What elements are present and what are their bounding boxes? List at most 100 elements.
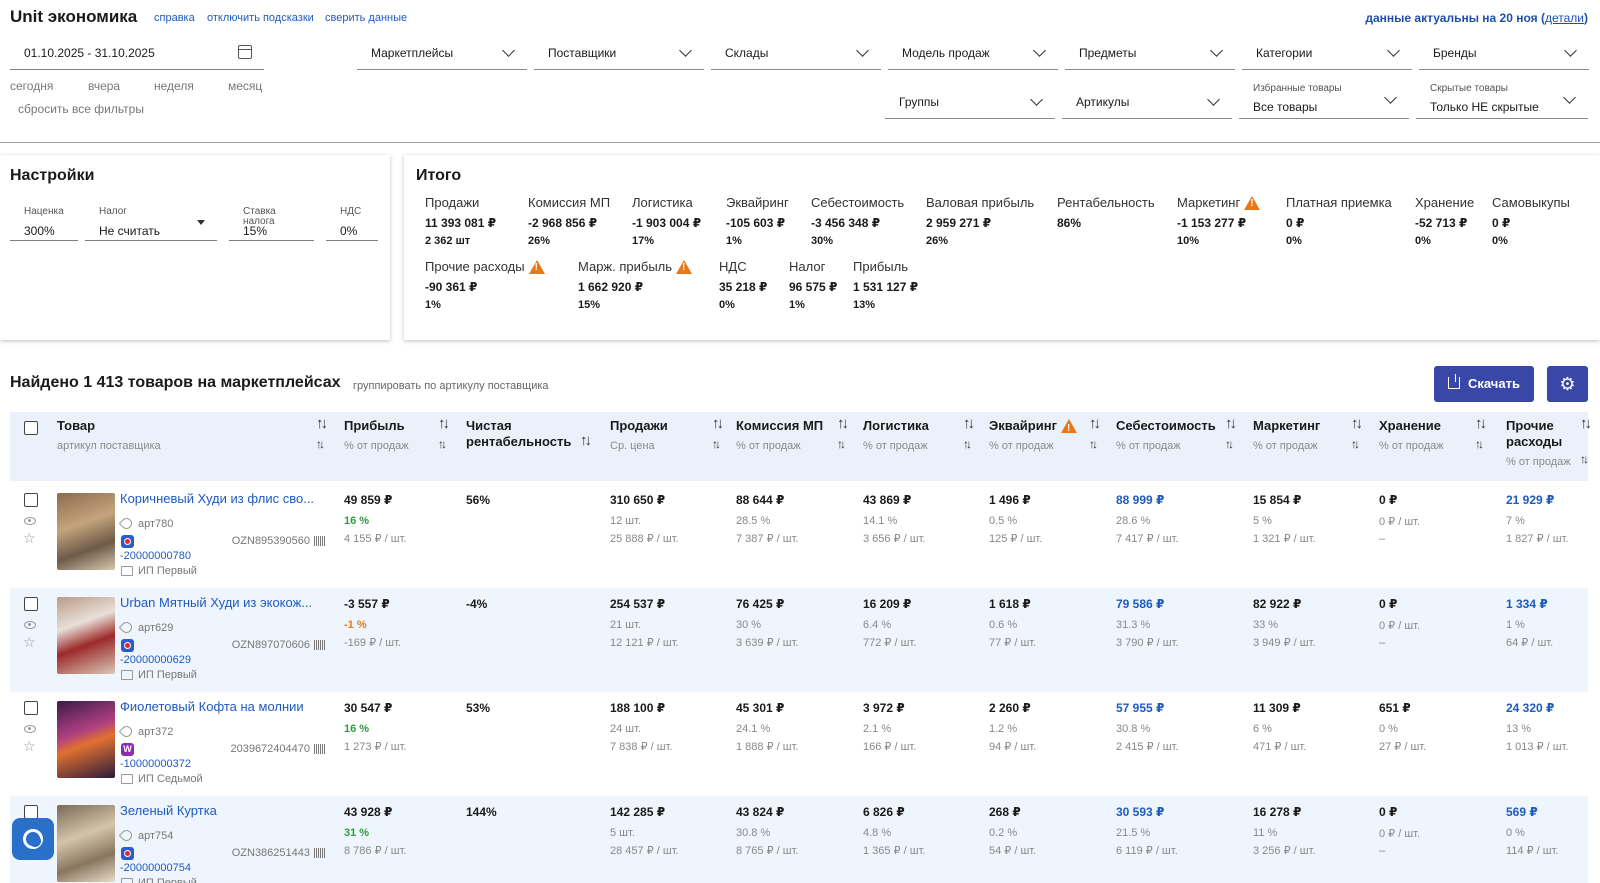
help-link[interactable]: справка (154, 12, 195, 24)
sku-link[interactable]: -20000000754 (120, 862, 191, 874)
warning-icon[interactable] (528, 259, 545, 274)
sort-secondary-icon[interactable]: ↑↓ (963, 437, 972, 451)
details-link[interactable]: детали (1545, 11, 1584, 25)
filter-hidden[interactable]: Скрытые товары Только НЕ скрытые (1416, 80, 1588, 119)
cell-value[interactable]: 88 999 ₽ (1116, 493, 1178, 507)
warning-icon[interactable] (1061, 419, 1077, 437)
product-thumbnail[interactable] (57, 701, 115, 778)
support-button[interactable] (12, 818, 54, 860)
quick-range-today[interactable]: сегодня (10, 79, 53, 93)
product-thumbnail[interactable] (57, 597, 115, 674)
filter-brands[interactable]: Бренды (1419, 36, 1589, 70)
column-header[interactable]: Маркетинг % от продаж (1253, 412, 1320, 452)
row-checkbox[interactable] (24, 597, 38, 611)
product-name-link[interactable]: Зеленый Куртка (120, 803, 325, 818)
sort-secondary-icon[interactable]: ↑↓ (712, 437, 721, 451)
sort-secondary-icon[interactable]: ↑↓ (1225, 437, 1234, 451)
table-settings-button[interactable]: ⚙ (1547, 366, 1588, 402)
sort-icon[interactable]: ↑↓ (1225, 415, 1237, 432)
filter-subjects[interactable]: Предметы (1065, 36, 1235, 70)
product-name-link[interactable]: Urban Мятный Худи из экокож... (120, 595, 325, 610)
product-thumbnail[interactable] (57, 805, 115, 882)
sku-link[interactable]: -10000000372 (120, 758, 191, 770)
download-button[interactable]: Скачать (1434, 366, 1534, 402)
other-cell[interactable]: 21 929 ₽ 7 % 1 827 ₽ / шт. (1506, 493, 1568, 545)
sort-icon[interactable]: ↑↓ (837, 415, 849, 432)
sort-secondary-icon[interactable]: ↑↓ (1580, 452, 1589, 466)
cost-cell[interactable]: 79 586 ₽ 31.3 % 3 790 ₽ / шт. (1116, 597, 1178, 649)
reset-filters-link[interactable]: сбросить все фильтры (18, 102, 144, 116)
cell-value[interactable]: 569 ₽ (1506, 805, 1558, 819)
cell-value[interactable]: 57 955 ₽ (1116, 701, 1178, 715)
sort-icon[interactable]: ↑↓ (1089, 415, 1101, 432)
sort-secondary-icon[interactable]: ↑↓ (1475, 437, 1484, 451)
filter-marketplaces[interactable]: Маркетплейсы (357, 36, 527, 70)
sort-icon[interactable]: ↑↓ (712, 415, 724, 432)
date-range-field[interactable]: 01.10.2025 - 31.10.2025 (10, 38, 264, 70)
cell-value[interactable]: 21 929 ₽ (1506, 493, 1568, 507)
quick-range-yesterday[interactable]: вчера (88, 79, 120, 93)
table-row[interactable]: ☆ Urban Мятный Худи из экокож... арт629 -20… (10, 588, 1588, 692)
sort-icon[interactable]: ↑↓ (1580, 415, 1592, 432)
row-checkbox[interactable] (24, 805, 38, 819)
column-header[interactable]: Себестоимость % от продаж (1116, 412, 1216, 452)
filter-warehouses[interactable]: Склады (711, 36, 881, 70)
sort-icon[interactable]: ↑↓ (580, 432, 592, 449)
column-header[interactable]: Продажи Ср. цена (610, 412, 668, 452)
markup-field[interactable]: Наценка 300% (10, 207, 78, 241)
quick-range-week[interactable]: неделя (154, 79, 194, 93)
column-header[interactable]: Эквайринг % от продаж (989, 412, 1077, 452)
quick-range-month[interactable]: месяц (228, 79, 262, 93)
sort-secondary-icon[interactable]: ↑↓ (837, 437, 846, 451)
sort-secondary-icon[interactable]: ↑↓ (438, 437, 447, 451)
select-all-checkbox[interactable] (24, 421, 38, 435)
column-header[interactable]: Товар артикул поставщика (57, 412, 161, 452)
row-checkbox[interactable] (24, 701, 38, 715)
column-header[interactable]: Прибыль % от продаж (344, 412, 409, 452)
cost-cell[interactable]: 57 955 ₽ 30.8 % 2 415 ₽ / шт. (1116, 701, 1178, 753)
sort-icon[interactable]: ↑↓ (316, 415, 328, 432)
product-name-link[interactable]: Фиолетовый Кофта на молнии (120, 699, 325, 714)
cost-cell[interactable]: 88 999 ₽ 28.6 % 7 417 ₽ / шт. (1116, 493, 1178, 545)
eye-icon[interactable] (24, 725, 36, 733)
sort-icon[interactable]: ↑↓ (963, 415, 975, 432)
filter-articles[interactable]: Артикулы (1062, 85, 1232, 119)
product-thumbnail[interactable] (57, 493, 115, 570)
column-header[interactable]: Чистая рентабельность (466, 412, 586, 450)
column-header[interactable]: Комиссия МП % от продаж (736, 412, 823, 452)
tax-rate-field[interactable]: Ставка налога 15% (229, 207, 314, 241)
cell-value[interactable]: 1 334 ₽ (1506, 597, 1553, 611)
other-cell[interactable]: 1 334 ₽ 1 % 64 ₽ / шт. (1506, 597, 1553, 649)
star-icon[interactable]: ☆ (23, 738, 36, 755)
column-header[interactable]: Прочие расходы % от продаж (1506, 412, 1586, 468)
sort-secondary-icon[interactable]: ↑↓ (1351, 437, 1360, 451)
sku-link[interactable]: -20000000780 (120, 550, 191, 562)
cell-value[interactable]: 24 320 ₽ (1506, 701, 1568, 715)
sort-icon[interactable]: ↑↓ (1475, 415, 1487, 432)
filter-suppliers[interactable]: Поставщики (534, 36, 704, 70)
reconcile-data-link[interactable]: сверить данные (325, 12, 407, 24)
disable-hints-link[interactable]: отключить подсказки (207, 12, 314, 24)
filter-sales-model[interactable]: Модель продаж (888, 36, 1058, 70)
column-header[interactable]: Логистика % от продаж (863, 412, 929, 452)
other-cell[interactable]: 24 320 ₽ 13 % 1 013 ₽ / шт. (1506, 701, 1568, 753)
tax-select[interactable]: Налог Не считать (85, 207, 217, 241)
sort-secondary-icon[interactable]: ↑↓ (1089, 437, 1098, 451)
cell-value[interactable]: 79 586 ₽ (1116, 597, 1178, 611)
vat-field[interactable]: НДС 0% (326, 207, 378, 241)
other-cell[interactable]: 569 ₽ 0 % 114 ₽ / шт. (1506, 805, 1558, 857)
warning-icon[interactable] (676, 259, 693, 274)
filter-categories[interactable]: Категории (1242, 36, 1412, 70)
star-icon[interactable]: ☆ (23, 634, 36, 651)
sort-secondary-icon[interactable]: ↑↓ (316, 437, 325, 451)
table-row[interactable]: ☆Зеленый Курткаарт754-20000000754OZN3862… (10, 796, 1588, 883)
calendar-icon[interactable] (238, 45, 252, 59)
eye-icon[interactable] (24, 621, 36, 629)
product-name-link[interactable]: Коричневый Худи из флис сво... (120, 491, 325, 506)
sort-icon[interactable]: ↑↓ (1351, 415, 1363, 432)
cell-value[interactable]: 30 593 ₽ (1116, 805, 1178, 819)
sort-icon[interactable]: ↑↓ (438, 415, 450, 432)
eye-icon[interactable] (24, 517, 36, 525)
row-checkbox[interactable] (24, 493, 38, 507)
column-header[interactable]: Хранение % от продаж (1379, 412, 1444, 452)
